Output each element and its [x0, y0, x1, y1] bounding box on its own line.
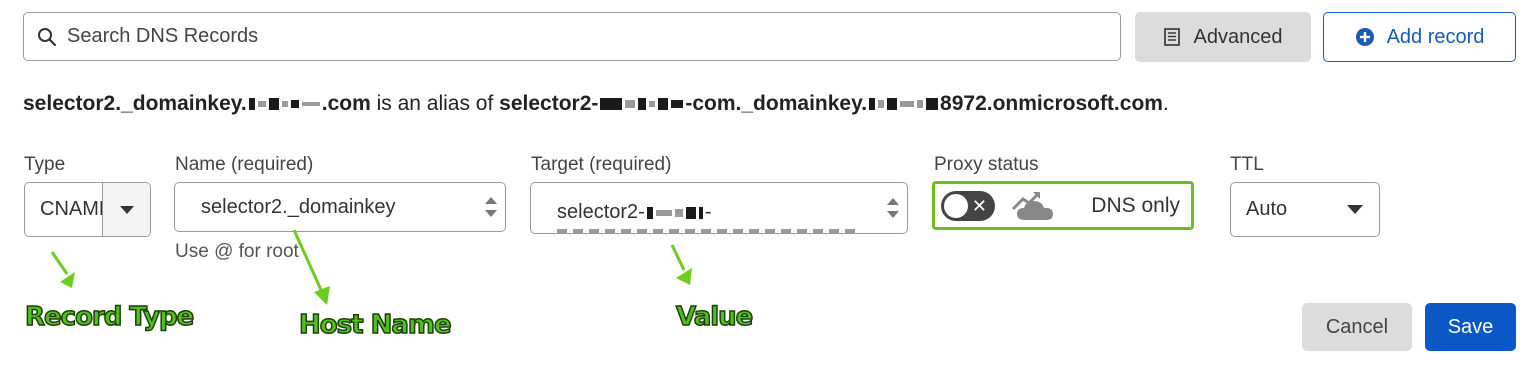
arrow-record-type	[50, 251, 75, 288]
save-button[interactable]: Save	[1425, 303, 1516, 351]
cancel-button[interactable]: Cancel	[1302, 303, 1412, 351]
annotation-record-type: Record Type	[24, 301, 195, 333]
annotation-value: Value	[675, 301, 754, 333]
annotation-host-name: Host Name	[298, 309, 452, 341]
arrow-value	[670, 244, 692, 285]
arrow-host-name	[292, 229, 330, 305]
